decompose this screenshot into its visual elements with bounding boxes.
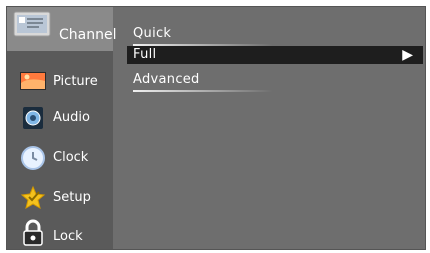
sidebar-item-label: Clock xyxy=(53,150,89,165)
sidebar: Channel Picture Audio Clock Setup Lock xyxy=(7,7,117,249)
audio-icon xyxy=(19,105,47,131)
sidebar-item-lock[interactable]: Lock xyxy=(7,213,113,249)
option-label: Full xyxy=(133,47,157,62)
sidebar-item-label: Picture xyxy=(53,74,98,89)
sidebar-item-picture[interactable]: Picture xyxy=(7,63,113,101)
setup-icon xyxy=(19,185,47,211)
option-advanced[interactable]: Advanced xyxy=(127,71,423,92)
lock-icon xyxy=(19,219,47,246)
sidebar-item-audio[interactable]: Audio xyxy=(7,99,113,137)
sidebar-item-label: Audio xyxy=(53,110,90,125)
play-arrow-icon: ▶ xyxy=(402,47,413,63)
option-quick[interactable]: Quick xyxy=(127,25,423,46)
sidebar-item-label: Channel xyxy=(59,27,117,43)
option-label: Advanced xyxy=(133,72,200,87)
picture-icon xyxy=(19,69,47,95)
option-label: Quick xyxy=(133,26,172,41)
tv-menu-screen: Channel Picture Audio Clock Setup Lock Q… xyxy=(6,6,426,250)
channel-icon xyxy=(13,11,59,41)
sidebar-item-clock[interactable]: Clock xyxy=(7,139,113,177)
sidebar-item-label: Lock xyxy=(53,229,83,244)
option-underline xyxy=(133,90,273,92)
sidebar-item-label: Setup xyxy=(53,190,91,205)
option-full[interactable]: Full ▶ xyxy=(127,46,423,64)
clock-icon xyxy=(19,145,47,171)
sidebar-item-setup[interactable]: Setup xyxy=(7,179,113,217)
sidebar-item-channel[interactable]: Channel xyxy=(7,7,117,51)
